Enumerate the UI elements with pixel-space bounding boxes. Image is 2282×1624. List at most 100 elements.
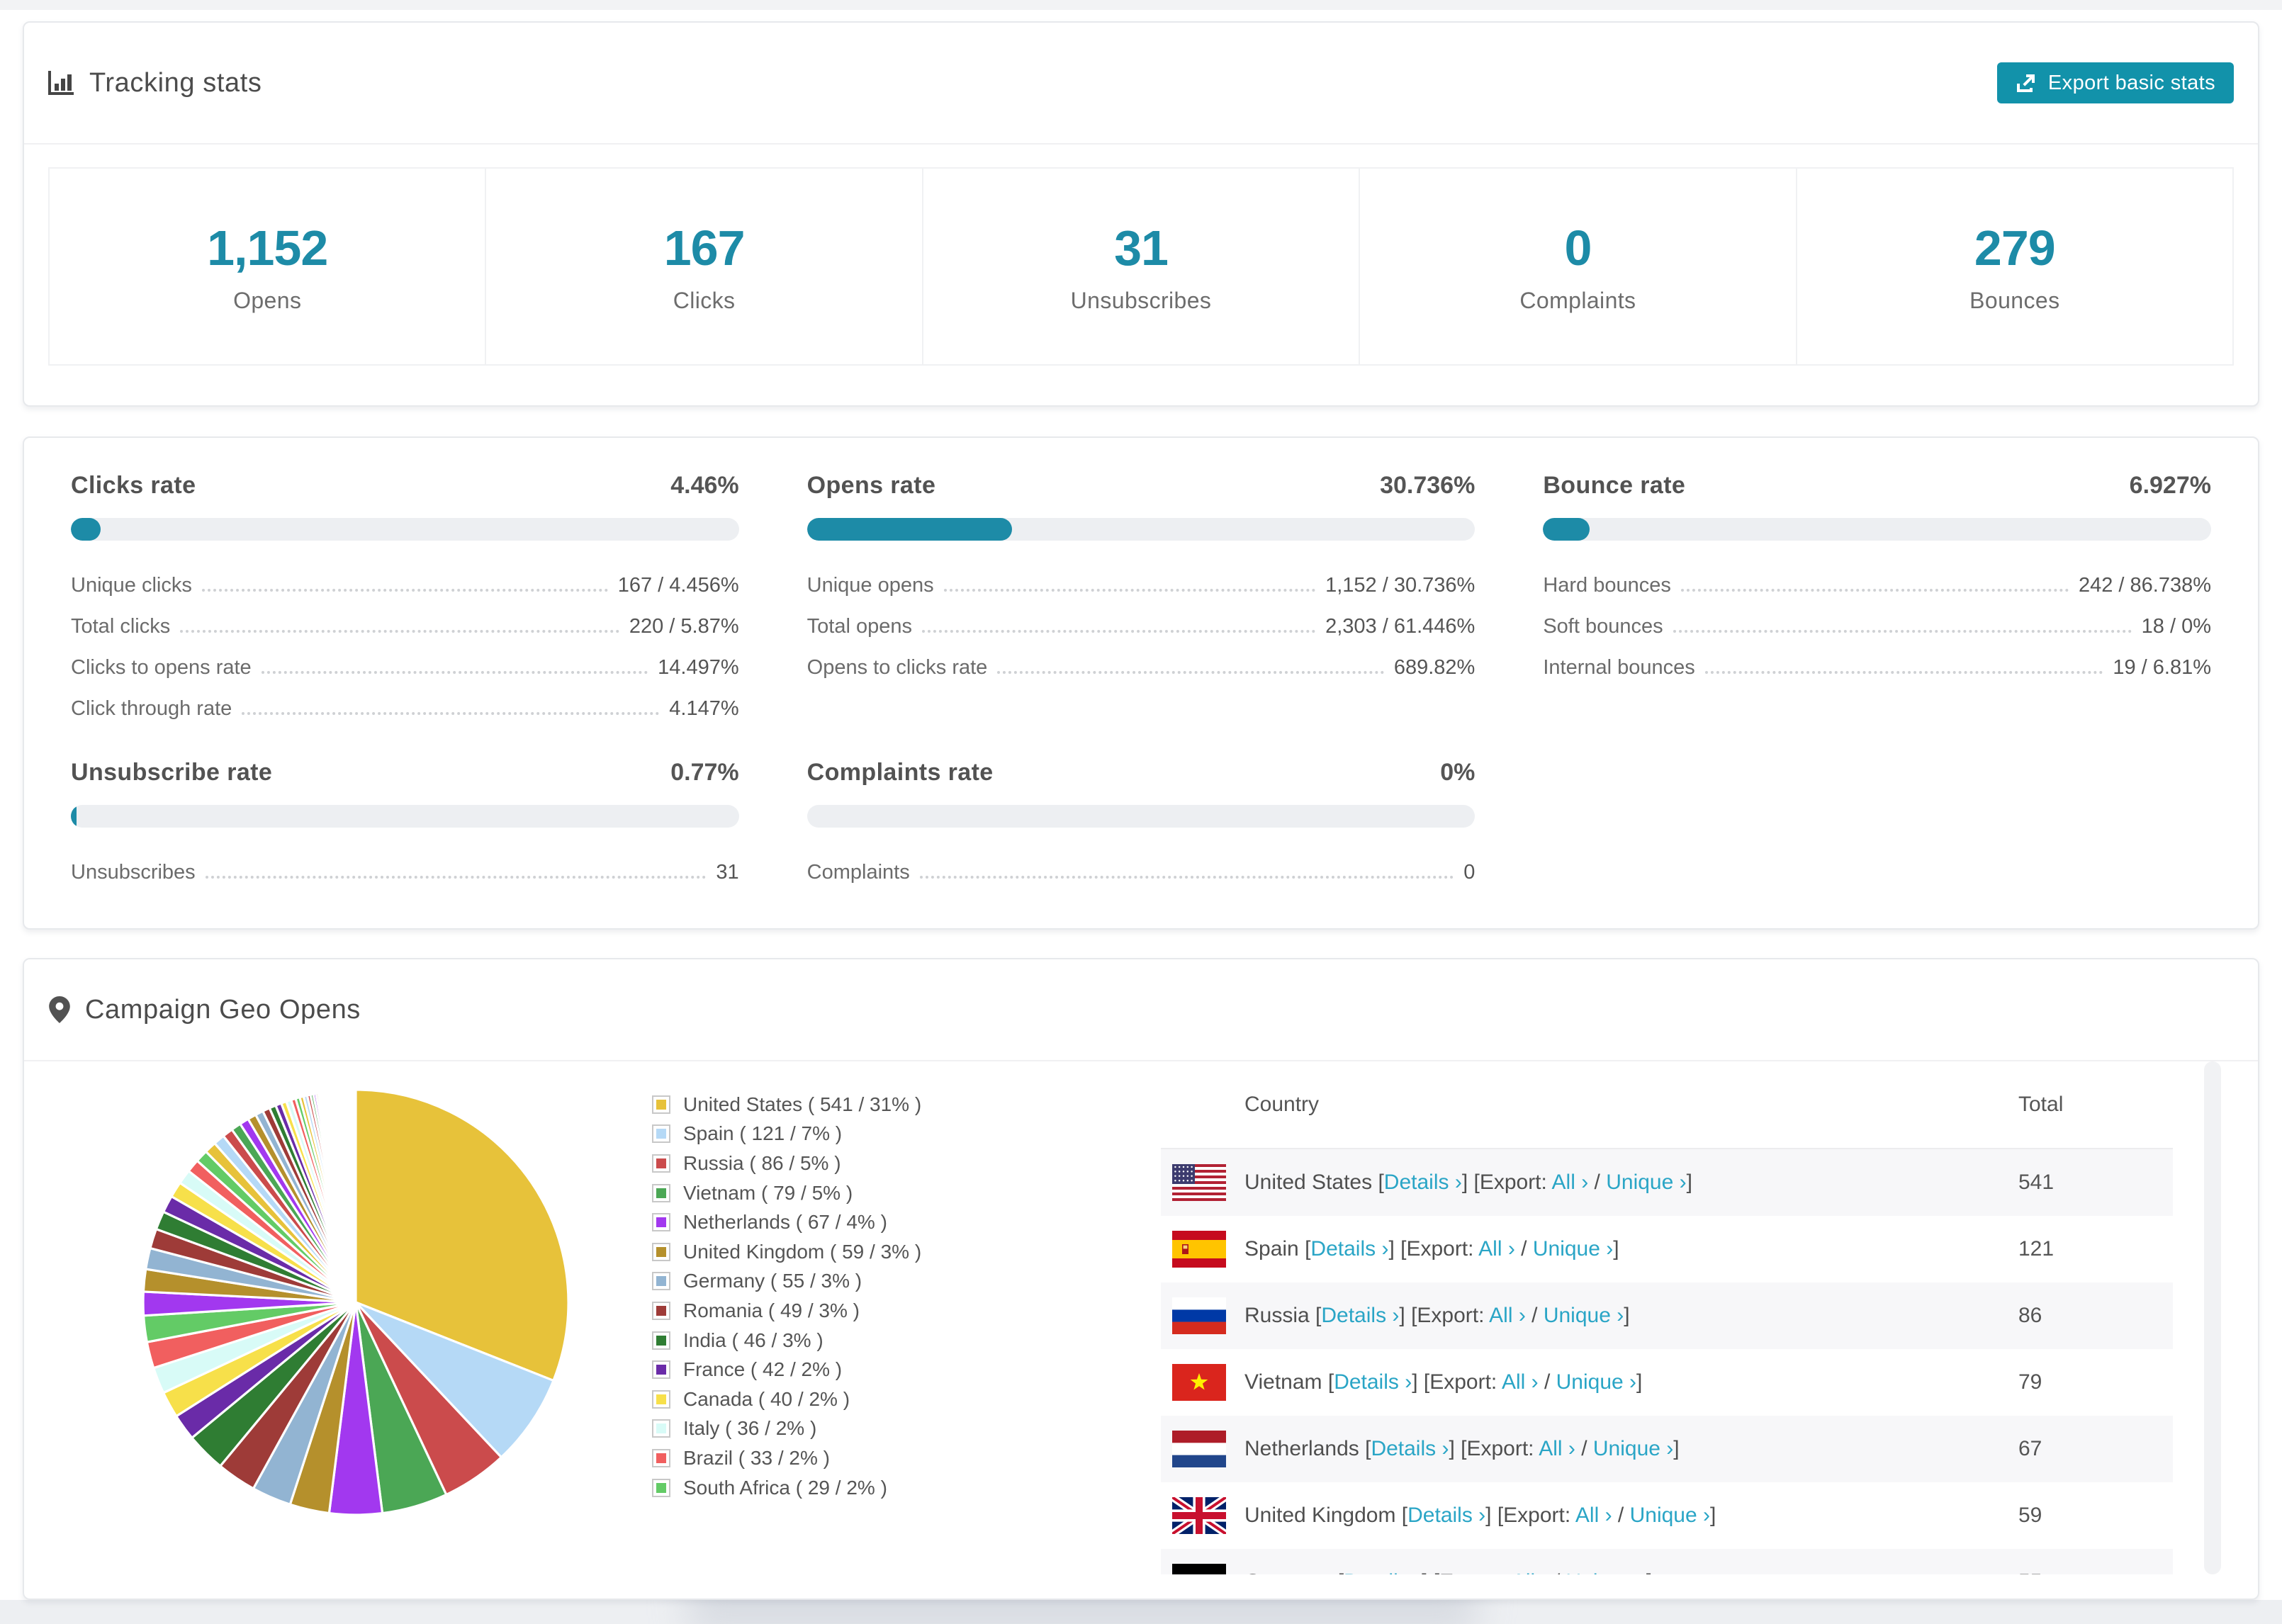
flag-us-icon xyxy=(1172,1164,1226,1201)
export-unique-link[interactable]: Unique › xyxy=(1533,1237,1613,1261)
rate-progress-bar xyxy=(1543,518,2211,541)
rate-detail-row: Complaints 0 xyxy=(807,847,1476,889)
campaign-geo-opens-panel: Campaign Geo Opens United States ( 541 /… xyxy=(23,958,2259,1600)
geo-table-row-russia: Russia [Details ›] [Export: All › / Uniq… xyxy=(1161,1282,2173,1349)
rate-detail-label: Click through rate xyxy=(71,697,232,720)
details-link[interactable]: Details › xyxy=(1310,1237,1388,1261)
stat-box-clicks: 167 Clicks xyxy=(486,167,923,366)
details-link[interactable]: Details › xyxy=(1321,1304,1399,1327)
export-basic-stats-button[interactable]: Export basic stats xyxy=(1996,62,2234,103)
legend-label: Canada ( 40 / 2% ) xyxy=(683,1387,850,1410)
legend-swatch xyxy=(652,1183,670,1202)
legend-swatch xyxy=(652,1389,670,1409)
export-unique-link[interactable]: Unique › xyxy=(1606,1171,1686,1194)
rate-title: Opens rate xyxy=(806,472,936,499)
flag-de-icon xyxy=(1172,1564,1226,1574)
legend-swatch xyxy=(652,1272,670,1291)
export-all-link[interactable]: All › xyxy=(1489,1304,1526,1327)
campaign-stats-page: Tracking stats Export basic stats 1,152 O… xyxy=(0,0,2282,1624)
stat-value: 1,152 xyxy=(207,220,328,276)
flag-es-icon xyxy=(1172,1231,1226,1268)
legend-label: Netherlands ( 67 / 4% ) xyxy=(683,1211,887,1234)
export-unique-link[interactable]: Unique › xyxy=(1556,1370,1636,1394)
rate-detail-row: Clicks to opens rate 14.497% xyxy=(71,643,739,684)
details-link[interactable]: Details › xyxy=(1407,1504,1485,1527)
stat-label: Clicks xyxy=(673,287,736,313)
dotted-leader xyxy=(201,589,608,592)
export-all-link[interactable]: All › xyxy=(1552,1171,1589,1194)
rate-title: Clicks rate xyxy=(71,472,196,499)
geo-row-text: Spain [Details ›] [Export: All › / Uniqu… xyxy=(1244,1237,1619,1261)
export-all-link[interactable]: All › xyxy=(1539,1437,1575,1460)
legend-label: Spain ( 121 / 7% ) xyxy=(683,1122,843,1145)
rate-detail-label: Hard bounces xyxy=(1543,574,1671,597)
geo-pie-chart xyxy=(132,1078,580,1526)
rates-row-2: Unsubscribe rate 0.77% Unsubscribes 31 Compl… xyxy=(24,725,2258,889)
rate-detail-label: Total clicks xyxy=(71,615,171,638)
rate-detail-row: Unsubscribes 31 xyxy=(71,847,739,889)
rate-progress-bar xyxy=(806,518,1476,541)
geo-row-text: Vietnam [Details ›] [Export: All › / Uni… xyxy=(1244,1370,1643,1394)
flag-gb-icon xyxy=(1172,1497,1226,1534)
legend-swatch xyxy=(652,1360,670,1380)
rate-detail-row: Total clicks 220 / 5.87% xyxy=(71,602,739,643)
export-unique-link[interactable]: Unique › xyxy=(1630,1504,1710,1527)
export-all-link[interactable]: All › xyxy=(1575,1504,1612,1527)
legend-item-south-africa: South Africa ( 29 / 2% ) xyxy=(652,1473,921,1503)
legend-label: South Africa ( 29 / 2% ) xyxy=(683,1476,887,1499)
geo-row-text: Netherlands [Details ›] [Export: All › /… xyxy=(1244,1437,1680,1460)
export-all-link[interactable]: All › xyxy=(1502,1370,1539,1394)
legend-swatch xyxy=(652,1419,670,1438)
rate-detail-row: Total opens 2,303 / 61.446% xyxy=(807,602,1476,643)
geo-row-total: 541 xyxy=(2018,1171,2055,1194)
legend-item-india: India ( 46 / 3% ) xyxy=(652,1326,921,1355)
rate-detail-row: Unique opens 1,152 / 30.736% xyxy=(807,560,1476,602)
rate-progress-bar xyxy=(71,805,739,828)
legend-label: Italy ( 36 / 2% ) xyxy=(683,1417,817,1440)
geo-panel-title: Campaign Geo Opens xyxy=(48,995,361,1025)
legend-item-italy: Italy ( 36 / 2% ) xyxy=(652,1414,921,1444)
legend-swatch xyxy=(652,1478,670,1497)
rate-detail-value: 167 / 4.456% xyxy=(617,574,739,597)
rate-value: 6.927% xyxy=(2129,472,2211,499)
details-link[interactable]: Details › xyxy=(1334,1370,1412,1394)
export-unique-link[interactable]: Unique › xyxy=(1593,1437,1673,1460)
legend-item-vietnam: Vietnam ( 79 / 5% ) xyxy=(652,1178,921,1208)
legend-swatch xyxy=(652,1331,670,1350)
stat-label: Opens xyxy=(233,287,302,313)
dotted-leader xyxy=(180,630,619,633)
geo-row-total: 121 xyxy=(2018,1237,2055,1261)
details-link[interactable]: Details › xyxy=(1371,1437,1449,1460)
rate-title: Unsubscribe rate xyxy=(71,759,273,786)
dotted-leader xyxy=(921,630,1316,633)
rate-detail-label: Complaints xyxy=(806,861,910,884)
legend-item-canada: Canada ( 40 / 2% ) xyxy=(652,1385,921,1414)
export-all-link[interactable]: All › xyxy=(1478,1237,1515,1261)
rate-value: 0% xyxy=(1440,759,1476,786)
map-pin-icon xyxy=(49,996,70,1023)
geo-row-text: United States [Details ›] [Export: All ›… xyxy=(1244,1171,1692,1194)
details-link[interactable]: Details › xyxy=(1344,1570,1422,1574)
rate-section-opens-rate: Opens rate 30.736% Unique opens 1,152 / 30.… xyxy=(806,472,1476,725)
legend-label: India ( 46 / 3% ) xyxy=(683,1329,824,1351)
rate-detail-value: 689.82% xyxy=(1393,656,1476,679)
dotted-leader xyxy=(1673,630,2132,633)
geo-panel-title-text: Campaign Geo Opens xyxy=(85,994,361,1025)
rate-detail-row: Unique clicks 167 / 4.456% xyxy=(71,560,739,602)
legend-label: Vietnam ( 79 / 5% ) xyxy=(683,1181,853,1204)
export-unique-link[interactable]: Unique › xyxy=(1566,1570,1646,1574)
geo-table-row-united-kingdom: United Kingdom [Details ›] [Export: All … xyxy=(1161,1482,2173,1549)
geo-opens-table: Country Total United States [Details ›] … xyxy=(1161,1061,2173,1574)
stat-label: Complaints xyxy=(1519,287,1636,313)
export-unique-link[interactable]: Unique › xyxy=(1544,1304,1624,1327)
dotted-leader xyxy=(205,876,707,879)
geo-table-row-germany: Germany [Details ›] [Export: All › / Uni… xyxy=(1161,1549,2173,1574)
stat-box-opens: 1,152 Opens xyxy=(48,167,487,366)
legend-item-spain: Spain ( 121 / 7% ) xyxy=(652,1120,921,1149)
geo-table-row-netherlands: Netherlands [Details ›] [Export: All › /… xyxy=(1161,1416,2173,1482)
details-link[interactable]: Details › xyxy=(1384,1171,1462,1194)
stat-value: 0 xyxy=(1564,220,1592,276)
export-all-link[interactable]: All › xyxy=(1512,1570,1548,1574)
rate-section-complaints-rate: Complaints rate 0% Complaints 0 xyxy=(806,759,1476,889)
table-scrollbar[interactable] xyxy=(2204,1061,2221,1574)
